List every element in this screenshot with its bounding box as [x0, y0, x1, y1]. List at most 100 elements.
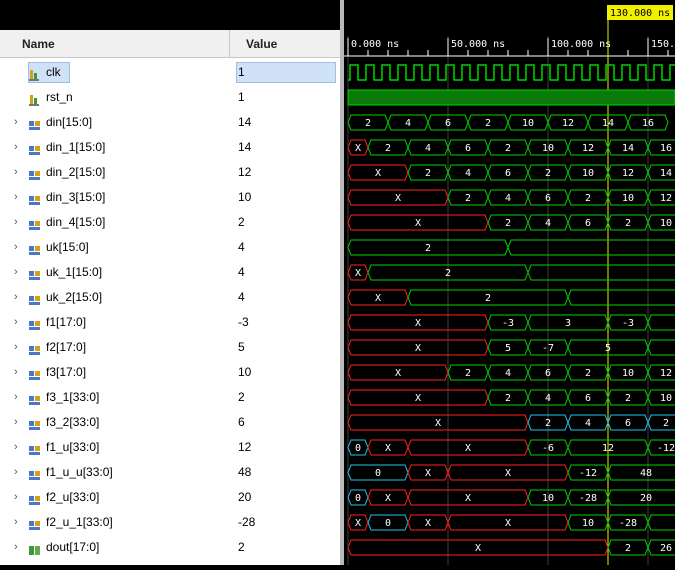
- bus-value-label: 0: [375, 468, 381, 479]
- cursor-time-label: 130.000 ns: [610, 8, 670, 19]
- expand-chevron-icon[interactable]: ›: [14, 260, 24, 285]
- signal-value: 10: [238, 190, 252, 204]
- expand-chevron-icon[interactable]: ›: [14, 285, 24, 310]
- bus-value-label: 2: [545, 168, 551, 179]
- bus-value-label: 2: [365, 118, 371, 129]
- bus-value-label: 16: [660, 143, 672, 154]
- bus-value-label: -12: [657, 443, 675, 454]
- bus-value-label: 4: [545, 393, 551, 404]
- expand-chevron-icon[interactable]: ›: [14, 160, 24, 185]
- expand-chevron-icon[interactable]: ›: [14, 135, 24, 160]
- ruler-label: 150.: [651, 39, 675, 50]
- bus-value-label: 4: [505, 193, 511, 204]
- signal-row[interactable]: › f2_u[33:0]: [0, 485, 230, 510]
- signal-row[interactable]: › f3_2[33:0]: [0, 410, 230, 435]
- signal-row[interactable]: › f1_u[33:0]: [0, 435, 230, 460]
- ruler-label: 100.000 ns: [551, 39, 611, 50]
- signal-row[interactable]: › f1_u_u[33:0]: [0, 460, 230, 485]
- bus-signal-icon: [28, 441, 42, 455]
- expand-chevron-icon[interactable]: ›: [14, 335, 24, 360]
- bus-segment: [647, 514, 675, 531]
- signal-name: f3_2[33:0]: [46, 415, 100, 429]
- expand-chevron-icon[interactable]: ›: [14, 460, 24, 485]
- bus-value-label: 10: [622, 368, 634, 379]
- expand-chevron-icon[interactable]: ›: [14, 360, 24, 385]
- signal-row[interactable]: › din_4[15:0]: [0, 210, 230, 235]
- signal-row[interactable]: › uk[15:0]: [0, 235, 230, 260]
- name-column-header[interactable]: Name: [0, 30, 230, 58]
- bus-value-label: 5: [505, 343, 511, 354]
- signal-name: din_3[15:0]: [46, 190, 106, 204]
- waveform-viewer: Name Value clk 1 rst_n 1 › din[15:0] 14 › din_1[…: [0, 0, 675, 565]
- signal-row[interactable]: › uk_1[15:0]: [0, 260, 230, 285]
- bus-value-label: -3: [502, 318, 514, 329]
- bus-value-label: X: [355, 268, 361, 279]
- expand-chevron-icon[interactable]: ›: [14, 210, 24, 235]
- signal-name: f2_u_1[33:0]: [46, 515, 113, 529]
- bus-value-label: X: [505, 518, 511, 529]
- bus-value-label: 10: [660, 393, 672, 404]
- signal-value: 2: [238, 215, 245, 229]
- signal-row[interactable]: › dout[17:0]: [0, 535, 230, 560]
- expand-chevron-icon[interactable]: ›: [14, 485, 24, 510]
- bus-value-label: 2: [445, 268, 451, 279]
- bus-value-label: 12: [582, 143, 594, 154]
- signal-row[interactable]: › f3_1[33:0]: [0, 385, 230, 410]
- signal-row[interactable]: › din_2[15:0]: [0, 160, 230, 185]
- bus-value-label: 10: [542, 493, 554, 504]
- signal-row[interactable]: › f3[17:0]: [0, 360, 230, 385]
- expand-chevron-icon[interactable]: ›: [14, 435, 24, 460]
- expand-chevron-icon[interactable]: ›: [14, 185, 24, 210]
- bus-value-label: X: [375, 293, 381, 304]
- signal-row[interactable]: › f2_u_1[33:0]: [0, 510, 230, 535]
- bus-signal-icon: [28, 191, 42, 205]
- bus-value-label: X: [415, 393, 421, 404]
- signal-name: uk_1[15:0]: [46, 265, 103, 279]
- signal-row[interactable]: › f1[17:0]: [0, 310, 230, 335]
- expand-chevron-icon[interactable]: ›: [14, 310, 24, 335]
- signal-row[interactable]: › f2[17:0]: [0, 335, 230, 360]
- bus-value-label: 2: [505, 218, 511, 229]
- bus-signal-icon: [28, 241, 42, 255]
- waveform-panel[interactable]: 0.000 ns 50.000 ns 100.000 ns 150. 130.000 n…: [344, 0, 675, 565]
- signal-row[interactable]: › din_1[15:0]: [0, 135, 230, 160]
- signal-value: 2: [238, 540, 245, 554]
- signal-row[interactable]: › din_3[15:0]: [0, 185, 230, 210]
- expand-chevron-icon[interactable]: ›: [14, 110, 24, 135]
- bus-value-label: -6: [542, 443, 554, 454]
- expand-chevron-icon[interactable]: ›: [14, 385, 24, 410]
- signal-value: 12: [238, 440, 252, 454]
- signal-name: dout[17:0]: [46, 540, 100, 554]
- signal-row[interactable]: rst_n: [0, 85, 230, 110]
- ruler-label: 50.000 ns: [451, 39, 505, 50]
- bus-value-label: 2: [465, 368, 471, 379]
- bus-value-label: 0: [355, 493, 361, 504]
- bus-value-label: 12: [602, 443, 614, 454]
- expand-chevron-icon[interactable]: ›: [14, 510, 24, 535]
- bus-signal-icon: [28, 366, 42, 380]
- waveform-canvas[interactable]: 0.000 ns 50.000 ns 100.000 ns 150. 130.000 n…: [344, 0, 675, 565]
- bus-value-label: 5: [605, 343, 611, 354]
- signal-value: 4: [238, 240, 245, 254]
- bus-value-label: 2: [485, 118, 491, 129]
- bus-value-label: 4: [465, 168, 471, 179]
- signal-name: uk_2[15:0]: [46, 290, 103, 304]
- value-column-header[interactable]: Value: [230, 30, 340, 58]
- bus-value-label: -3: [622, 318, 634, 329]
- expand-chevron-icon[interactable]: ›: [14, 235, 24, 260]
- bus-segment: [647, 314, 675, 331]
- bus-value-label: X: [355, 143, 361, 154]
- level-waveform: [347, 89, 675, 106]
- expand-chevron-icon[interactable]: ›: [14, 535, 24, 560]
- signal-value: 48: [238, 465, 252, 479]
- signal-row[interactable]: › uk_2[15:0]: [0, 285, 230, 310]
- bus-signal-icon: [28, 141, 42, 155]
- expand-chevron-icon[interactable]: ›: [14, 410, 24, 435]
- bus-value-label: 10: [542, 143, 554, 154]
- signal-row[interactable]: clk: [0, 60, 230, 85]
- bus-value-label: X: [385, 443, 391, 454]
- bus-value-label: 2: [625, 218, 631, 229]
- signal-name: din_4[15:0]: [46, 215, 106, 229]
- signal-name: uk[15:0]: [46, 240, 89, 254]
- signal-row[interactable]: › din[15:0]: [0, 110, 230, 135]
